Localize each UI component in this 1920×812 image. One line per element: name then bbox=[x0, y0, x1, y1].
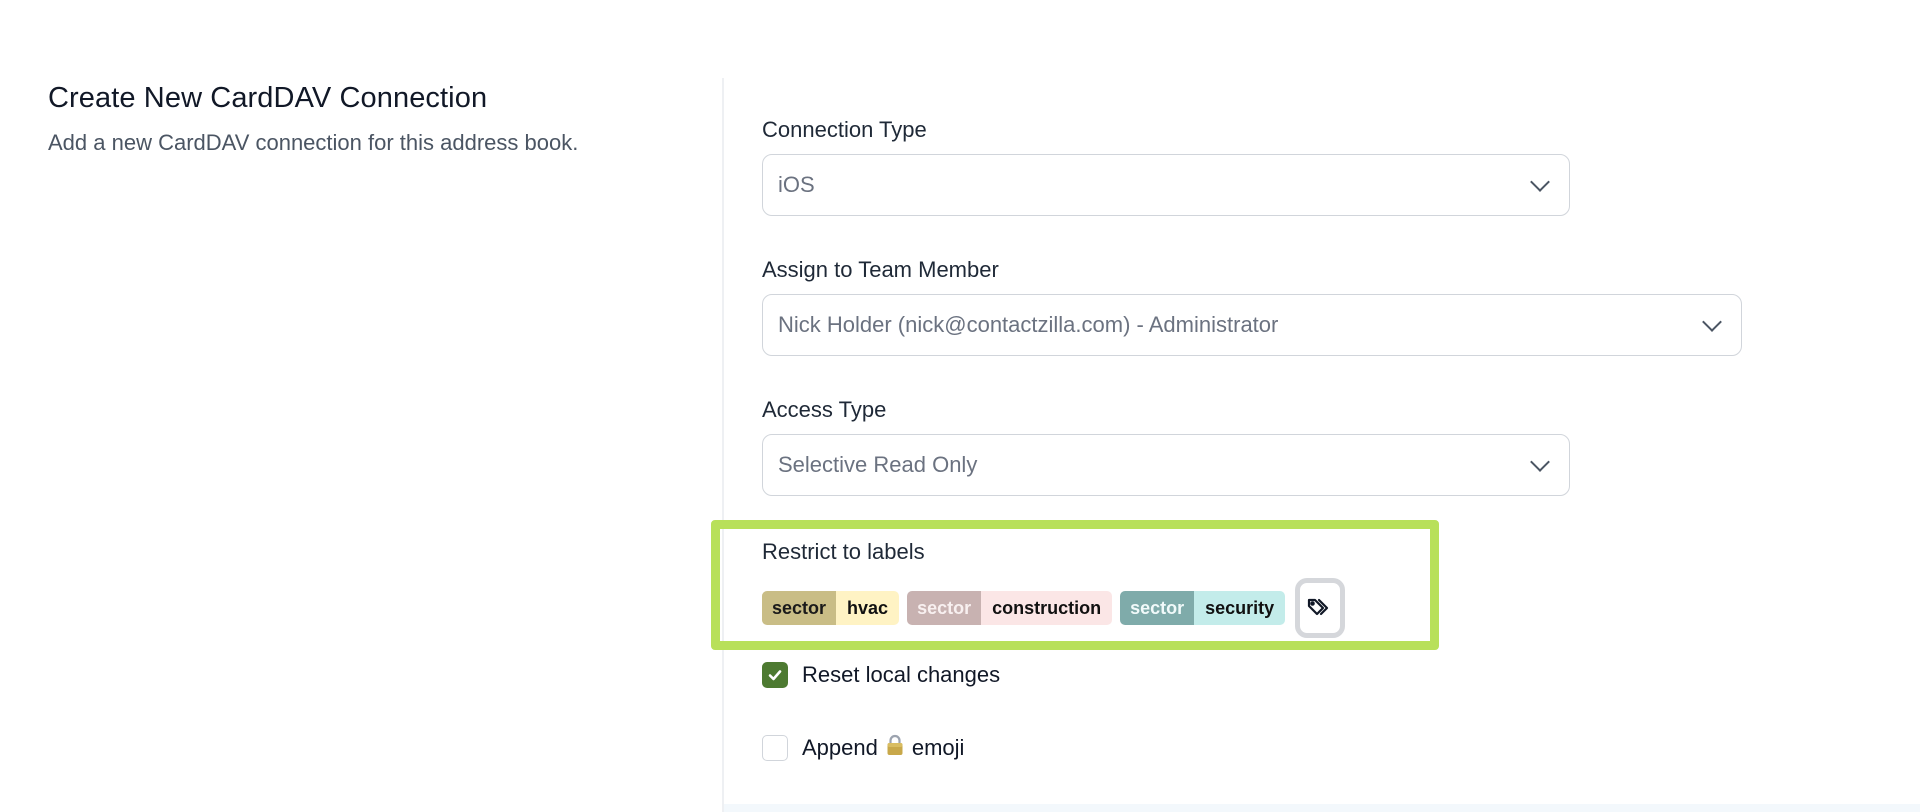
append-label-after: emoji bbox=[911, 735, 965, 760]
append-label-before: Append bbox=[802, 735, 878, 760]
tag-key: sector bbox=[907, 591, 982, 625]
connection-type-label: Connection Type bbox=[762, 117, 927, 142]
label-tag-construction[interactable]: sector construction bbox=[907, 591, 1113, 625]
label-tag-hvac[interactable]: sector hvac bbox=[762, 591, 900, 625]
tag-key: sector bbox=[1120, 591, 1195, 625]
connection-form: Connection Type iOS Assign to Team Membe… bbox=[762, 116, 1882, 496]
team-member-value: Nick Holder (nick@contactzilla.com) - Ad… bbox=[778, 312, 1279, 337]
reset-local-changes-option[interactable]: Reset local changes bbox=[762, 662, 1000, 688]
append-emoji-checkbox[interactable] bbox=[762, 735, 788, 761]
page-title: Create New CardDAV Connection bbox=[48, 82, 488, 114]
tag-value: security bbox=[1194, 591, 1286, 625]
access-type-value: Selective Read Only bbox=[778, 452, 978, 477]
checkmark-icon bbox=[768, 670, 782, 681]
restrict-labels-field: Restrict to labels sector hvac sector co… bbox=[762, 538, 1346, 638]
label-tag-security[interactable]: sector security bbox=[1120, 591, 1286, 625]
access-type-field: Access Type Selective Read Only bbox=[762, 396, 1882, 496]
column-divider bbox=[722, 78, 724, 812]
reset-local-changes-checkbox[interactable] bbox=[762, 662, 788, 688]
team-member-label: Assign to Team Member bbox=[762, 257, 999, 282]
connection-type-field: Connection Type iOS bbox=[762, 116, 1882, 216]
add-label-button[interactable] bbox=[1295, 578, 1346, 638]
chevron-down-icon bbox=[1530, 172, 1550, 192]
section-header: Create New CardDAV Connection Add a new … bbox=[48, 80, 688, 157]
tag-value: construction bbox=[981, 591, 1113, 625]
tag-key: sector bbox=[762, 591, 837, 625]
append-emoji-option[interactable]: Append emoji bbox=[762, 734, 964, 762]
team-member-field: Assign to Team Member Nick Holder (nick@… bbox=[762, 256, 1882, 356]
access-type-label: Access Type bbox=[762, 397, 887, 422]
connection-type-select[interactable]: iOS bbox=[762, 154, 1570, 216]
tag-icon bbox=[1308, 598, 1329, 616]
restrict-labels-label: Restrict to labels bbox=[762, 539, 925, 564]
tag-value: hvac bbox=[836, 591, 900, 625]
label-tags-row: sector hvac sector construction sector s… bbox=[762, 578, 1346, 638]
page-subtitle: Add a new CardDAV connection for this ad… bbox=[48, 130, 579, 155]
lock-icon bbox=[886, 734, 904, 762]
access-type-select[interactable]: Selective Read Only bbox=[762, 434, 1570, 496]
footer-band bbox=[724, 804, 1920, 812]
reset-local-changes-label: Reset local changes bbox=[802, 662, 1001, 687]
connection-type-value: iOS bbox=[778, 172, 815, 197]
chevron-down-icon bbox=[1702, 312, 1722, 332]
chevron-down-icon bbox=[1530, 452, 1550, 472]
team-member-select[interactable]: Nick Holder (nick@contactzilla.com) - Ad… bbox=[762, 294, 1742, 356]
